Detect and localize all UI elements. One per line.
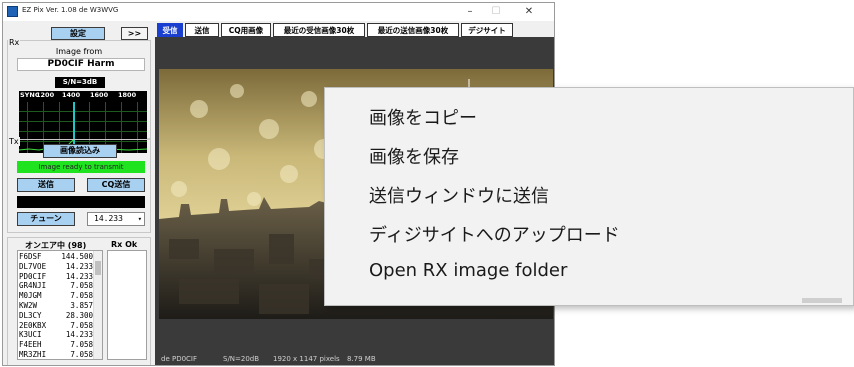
station-callsign: K3UCI — [19, 330, 42, 340]
station-frequency: 7.058 — [70, 281, 93, 291]
frequency-value: 14.233 — [94, 214, 123, 223]
image-source: de PD0CIF — [161, 355, 198, 363]
image-dimensions: 1920 x 1147 pixels — [273, 355, 340, 363]
tab-4[interactable]: 最近の送信画像30枚 — [367, 23, 459, 37]
image-from-label: Image from — [55, 47, 103, 56]
station-callsign: M0JGM — [19, 291, 42, 301]
station-frequency: 7.058 — [70, 320, 93, 330]
station-row[interactable]: DL3CY 28.300 — [19, 311, 93, 321]
tab-0[interactable]: 受信 — [157, 23, 183, 37]
tick-1600: 1600 — [90, 91, 109, 99]
context-menu-item[interactable]: 送信ウィンドウに送信 — [369, 182, 549, 208]
tab-1[interactable]: 送信 — [185, 23, 219, 37]
minimize-button[interactable]: – — [457, 5, 483, 19]
station-callsign: DL7VOE — [19, 261, 47, 271]
station-frequency: 3.857 — [70, 301, 93, 310]
tab-2[interactable]: CQ用画像 — [221, 23, 271, 37]
station-frequency: 14.233 — [65, 330, 93, 340]
context-menu-item[interactable]: ディジサイトへのアップロード — [369, 221, 620, 247]
rx-ok-header: Rx Ok — [111, 240, 138, 249]
station-frequency: 7.058 — [70, 340, 93, 350]
station-row[interactable]: 2E0KBX 7.058 — [19, 321, 93, 331]
image-snr: S/N=20dB — [223, 355, 260, 363]
station-frequency: 28.300 — [65, 310, 93, 320]
left-panel: Rx 設定 >> Image from PD0CIF Harm S/N=3dB … — [3, 21, 155, 365]
load-image-button[interactable]: 画像読込み — [43, 144, 117, 158]
station-frequency: 14.233 — [65, 271, 93, 281]
station-row[interactable]: F6DSF 144.500 — [19, 252, 93, 262]
station-list-scrollbar[interactable] — [93, 251, 102, 359]
station-row[interactable]: PD0CIF 14.233 — [19, 272, 93, 282]
station-callsign: GR4NJI — [19, 281, 47, 291]
context-menu-item[interactable]: Open RX image folder — [369, 260, 567, 281]
send-button[interactable]: 送信 — [17, 178, 75, 192]
image-filesize: 8.79 MB — [347, 355, 376, 363]
station-callsign: F4EEH — [19, 340, 42, 350]
image-from-value: PD0CIF Harm — [17, 58, 145, 71]
tick-1400: 1400 — [62, 91, 81, 99]
tx-progress-bar — [17, 196, 145, 208]
station-frequency: 7.058 — [70, 350, 93, 359]
station-row[interactable]: GR4NJI 7.058 — [19, 281, 93, 291]
settings-button[interactable]: 設定 — [51, 27, 105, 40]
tx-status: Image ready to transmit — [17, 161, 145, 173]
station-callsign: DL3CY — [19, 310, 42, 320]
scrollbar-thumb[interactable] — [95, 261, 101, 275]
maximize-button[interactable]: ☐ — [483, 5, 509, 19]
station-row[interactable]: K3UCI 14.233 — [19, 330, 93, 340]
app-icon — [7, 6, 18, 17]
station-row[interactable]: MR3ZHI 7.058 — [19, 350, 93, 359]
window-title: EZ Pix Ver. 1.08 de W3WVG — [22, 6, 119, 14]
cq-send-button[interactable]: CQ送信 — [87, 178, 145, 192]
station-callsign: KW2W — [19, 301, 38, 310]
tab-3[interactable]: 最近の受信画像30枚 — [273, 23, 365, 37]
station-callsign: 2E0KBX — [19, 320, 47, 330]
image-status-bar: de PD0CIF S/N=20dB 1920 x 1147 pixels 8.… — [155, 352, 554, 365]
station-callsign: F6DSF — [19, 252, 42, 261]
rx-ok-list[interactable] — [107, 250, 147, 360]
station-row[interactable]: KW2W 3.857 — [19, 301, 93, 311]
chevron-down-icon: ▾ — [137, 215, 142, 223]
tab-5[interactable]: デジサイト — [461, 23, 513, 37]
tick-1800: 1800 — [118, 91, 137, 99]
tick-1200: 1200 — [36, 91, 55, 99]
station-frequency: 14.233 — [65, 261, 93, 271]
station-callsign: MR3ZHI — [19, 350, 47, 359]
station-row[interactable]: F4EEH 7.058 — [19, 340, 93, 350]
station-row[interactable]: M0JGM 7.058 — [19, 291, 93, 301]
context-menu: 画像をコピー 画像を保存送信ウィンドウに送信ディジサイトへのアップロード Open … — [324, 87, 854, 306]
rx-group-label: Rx — [8, 38, 21, 47]
close-button[interactable]: ✕ — [516, 5, 542, 19]
expand-button[interactable]: >> — [121, 27, 148, 40]
frequency-select[interactable]: 14.233 ▾ — [87, 212, 145, 226]
tune-button[interactable]: チューン — [17, 212, 75, 226]
station-frequency: 7.058 — [70, 291, 93, 301]
station-frequency: 144.500 — [61, 252, 93, 261]
station-list[interactable]: F6DSF 144.500 DL7VOE 14.233 PD0CIF 14.233 GR4N… — [17, 250, 103, 360]
tx-group-label: Tx — [8, 137, 20, 146]
station-row[interactable]: DL7VOE 14.233 — [19, 262, 93, 272]
station-callsign: PD0CIF — [19, 271, 47, 281]
title-bar: EZ Pix Ver. 1.08 de W3WVG – ☐ ✕ — [3, 3, 554, 21]
snr-display: S/N=3dB — [55, 77, 105, 88]
context-menu-item[interactable]: 画像を保存 — [369, 143, 459, 169]
context-menu-item[interactable]: 画像をコピー — [369, 104, 477, 130]
background-window-fragment — [800, 296, 854, 306]
